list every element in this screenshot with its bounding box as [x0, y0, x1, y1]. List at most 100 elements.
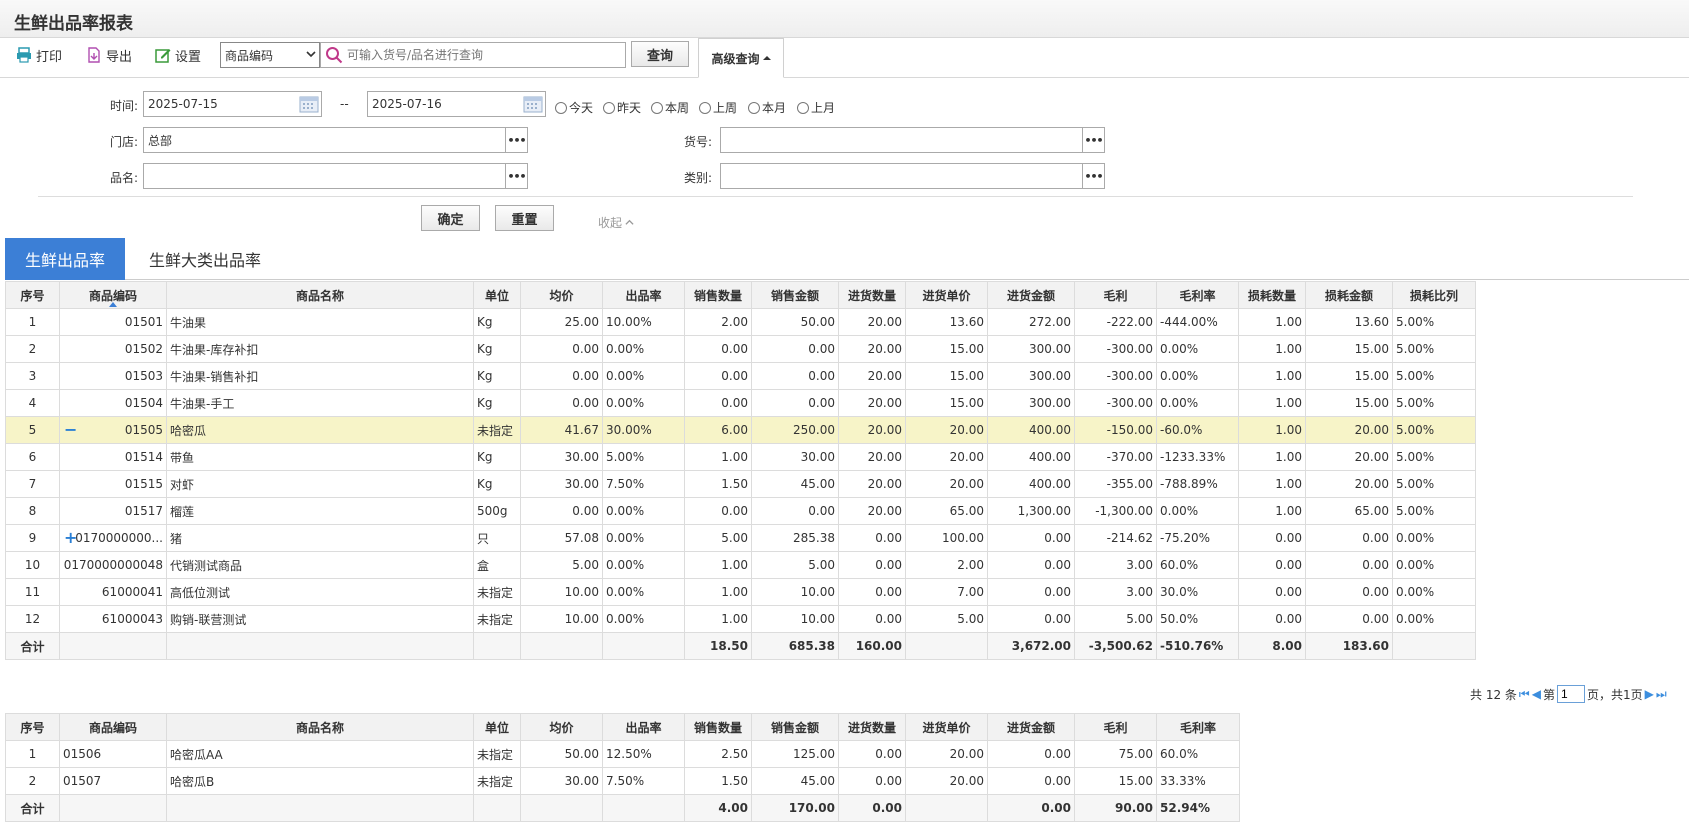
radio-this-month[interactable]: 本月	[748, 99, 786, 116]
column-header[interactable]: 单位	[473, 281, 521, 309]
tab-fresh-category-yield[interactable]: 生鲜大类出品率	[125, 238, 285, 280]
column-header[interactable]: 进货金额	[987, 713, 1075, 741]
column-header[interactable]: 商品编码	[59, 281, 167, 309]
table-cell: 01503	[59, 362, 167, 390]
total-cell	[166, 794, 474, 822]
column-header[interactable]: 进货单价	[905, 713, 988, 741]
table-row[interactable]: 1 01506 哈密瓜AA 未指定 50.00 12.50% 2.50 125.00 0.00 2…	[5, 740, 1240, 768]
category-picker-button[interactable]: •••	[1082, 164, 1104, 188]
table-row[interactable]: 2 01502 牛油果-库存补扣 Kg 0.00 0.00% 0.00 0.00 20.00 15…	[5, 335, 1476, 363]
column-header[interactable]: 损耗金额	[1305, 281, 1393, 309]
table-cell: 30.00	[520, 443, 603, 471]
date-to-input[interactable]: 2025-07-16	[367, 91, 546, 117]
column-header[interactable]: 进货数量	[838, 713, 906, 741]
search-field-select[interactable]: 商品编码	[220, 42, 320, 68]
advanced-query-tab[interactable]: 高级查询	[698, 38, 784, 78]
sort-asc-icon	[109, 302, 117, 307]
settings-button[interactable]: 设置	[155, 44, 201, 66]
table-cell: 7	[5, 470, 60, 498]
reset-button[interactable]: 重置	[495, 205, 554, 231]
radio-last-month[interactable]: 上月	[797, 99, 835, 116]
column-header[interactable]: 销售金额	[751, 713, 839, 741]
table-row[interactable]: 3 01503 牛油果-销售补扣 Kg 0.00 0.00% 0.00 0.00 20.00 15…	[5, 362, 1476, 390]
table-cell: 5.00	[905, 605, 988, 633]
prev-page-icon[interactable]: ◀	[1532, 687, 1541, 701]
table-row[interactable]: 5 01505− 哈密瓜 未指定 41.67 30.00% 6.00 250.00 20.00 2…	[5, 416, 1476, 444]
confirm-button[interactable]: 确定	[421, 205, 480, 231]
table-row[interactable]: 7 01515 对虾 Kg 30.00 7.50% 1.50 45.00 20.00 20.00 4…	[5, 470, 1476, 498]
table-cell: 0.00	[987, 551, 1075, 579]
column-header[interactable]: 出品率	[602, 713, 685, 741]
radio-yesterday[interactable]: 昨天	[603, 99, 641, 116]
column-header[interactable]: 销售数量	[684, 713, 752, 741]
column-header[interactable]: 毛利	[1074, 713, 1157, 741]
store-picker-button[interactable]: •••	[505, 128, 527, 152]
column-header[interactable]: 商品名称	[166, 713, 474, 741]
column-header[interactable]: 损耗比列	[1392, 281, 1476, 309]
column-header[interactable]: 销售金额	[751, 281, 839, 309]
column-header[interactable]: 毛利	[1074, 281, 1157, 309]
sku-input[interactable]: •••	[720, 127, 1105, 153]
calendar-icon[interactable]	[523, 95, 543, 113]
table-row[interactable]: 4 01504 牛油果-手工 Kg 0.00 0.00% 0.00 0.00 20.00 15.0…	[5, 389, 1476, 417]
column-header[interactable]: 序号	[5, 281, 60, 309]
table-row[interactable]: 1 01501 牛油果 Kg 25.00 10.00% 2.00 50.00 20.00 13.6…	[5, 308, 1476, 336]
column-header[interactable]: 商品名称	[166, 281, 474, 309]
collapse-button[interactable]: 收起	[598, 214, 634, 231]
table-row[interactable]: 2 01507 哈密瓜B 未指定 30.00 7.50% 1.50 45.00 0.00 20.0…	[5, 767, 1240, 795]
name-picker-button[interactable]: •••	[505, 164, 527, 188]
column-header[interactable]: 序号	[5, 713, 60, 741]
expand-row-icon[interactable]: +	[64, 530, 77, 546]
column-header[interactable]: 出品率	[602, 281, 685, 309]
column-header[interactable]: 毛利率	[1156, 281, 1239, 309]
date-to-value: 2025-07-16	[372, 97, 442, 111]
table-cell: 0.00	[751, 389, 839, 417]
column-header[interactable]: 进货数量	[838, 281, 906, 309]
total-cell	[602, 632, 685, 660]
radio-today[interactable]: 今天	[555, 99, 593, 116]
table-row[interactable]: 9 0170000000... + 猪只 57.08 0.00% 5.00 285.38 0.0…	[5, 524, 1476, 552]
table-cell: 0.00	[684, 335, 752, 363]
date-from-input[interactable]: 2025-07-15	[143, 91, 322, 117]
table-cell: 0.00%	[602, 578, 685, 606]
table-row[interactable]: 12 61000043 购销-联营测试 未指定 10.00 0.00% 1.00 10.00 0…	[5, 605, 1476, 633]
column-header[interactable]: 进货单价	[905, 281, 988, 309]
next-page-icon[interactable]: ▶	[1645, 687, 1654, 701]
category-input[interactable]: •••	[720, 163, 1105, 189]
calendar-icon[interactable]	[299, 95, 319, 113]
table-cell: 0.00	[838, 524, 906, 552]
sku-picker-button[interactable]: •••	[1082, 128, 1104, 152]
column-header[interactable]: 商品编码	[59, 713, 167, 741]
column-header[interactable]: 均价	[520, 281, 603, 309]
export-button[interactable]: 导出	[86, 44, 132, 66]
radio-label: 上月	[811, 101, 836, 115]
column-header[interactable]: 损耗数量	[1238, 281, 1306, 309]
table-cell: 0.00	[1305, 524, 1393, 552]
first-page-icon[interactable]: ⏮	[1519, 687, 1530, 702]
name-input[interactable]: •••	[143, 163, 528, 189]
print-button[interactable]: 打印	[16, 44, 62, 66]
page-number-input[interactable]	[1556, 685, 1585, 703]
table-row[interactable]: 8 01517 榴莲 500g 0.00 0.00% 0.00 0.00 20.00 65.00 1…	[5, 497, 1476, 525]
search-input[interactable]	[347, 48, 617, 62]
column-header[interactable]: 均价	[520, 713, 603, 741]
table-cell: 15.00	[905, 362, 988, 390]
table-row[interactable]: 6 01514 带鱼 Kg 30.00 5.00% 1.00 30.00 20.00 20.00 4…	[5, 443, 1476, 471]
table-cell: 带鱼	[166, 443, 474, 471]
last-page-icon[interactable]: ⏭	[1656, 687, 1667, 702]
total-cell: 合计	[5, 794, 60, 822]
query-button[interactable]: 查询	[631, 41, 689, 67]
table-cell: 5.00	[1074, 605, 1157, 633]
column-header[interactable]: 毛利率	[1156, 713, 1240, 741]
radio-last-week[interactable]: 上周	[699, 99, 737, 116]
collapse-row-icon[interactable]: −	[64, 422, 77, 438]
tab-fresh-yield[interactable]: 生鲜出品率	[5, 238, 125, 280]
edit-icon	[155, 49, 171, 63]
column-header[interactable]: 单位	[473, 713, 521, 741]
store-input[interactable]: 总部 •••	[143, 127, 528, 153]
table-row[interactable]: 10 0170000000048 代销测试商品盒 5.00 0.00% 1.00 5.00 0…	[5, 551, 1476, 579]
table-row[interactable]: 11 61000041 高低位测试 未指定 10.00 0.00% 1.00 10.00 0.0…	[5, 578, 1476, 606]
radio-this-week[interactable]: 本周	[651, 99, 689, 116]
column-header[interactable]: 销售数量	[684, 281, 752, 309]
column-header[interactable]: 进货金额	[987, 281, 1075, 309]
